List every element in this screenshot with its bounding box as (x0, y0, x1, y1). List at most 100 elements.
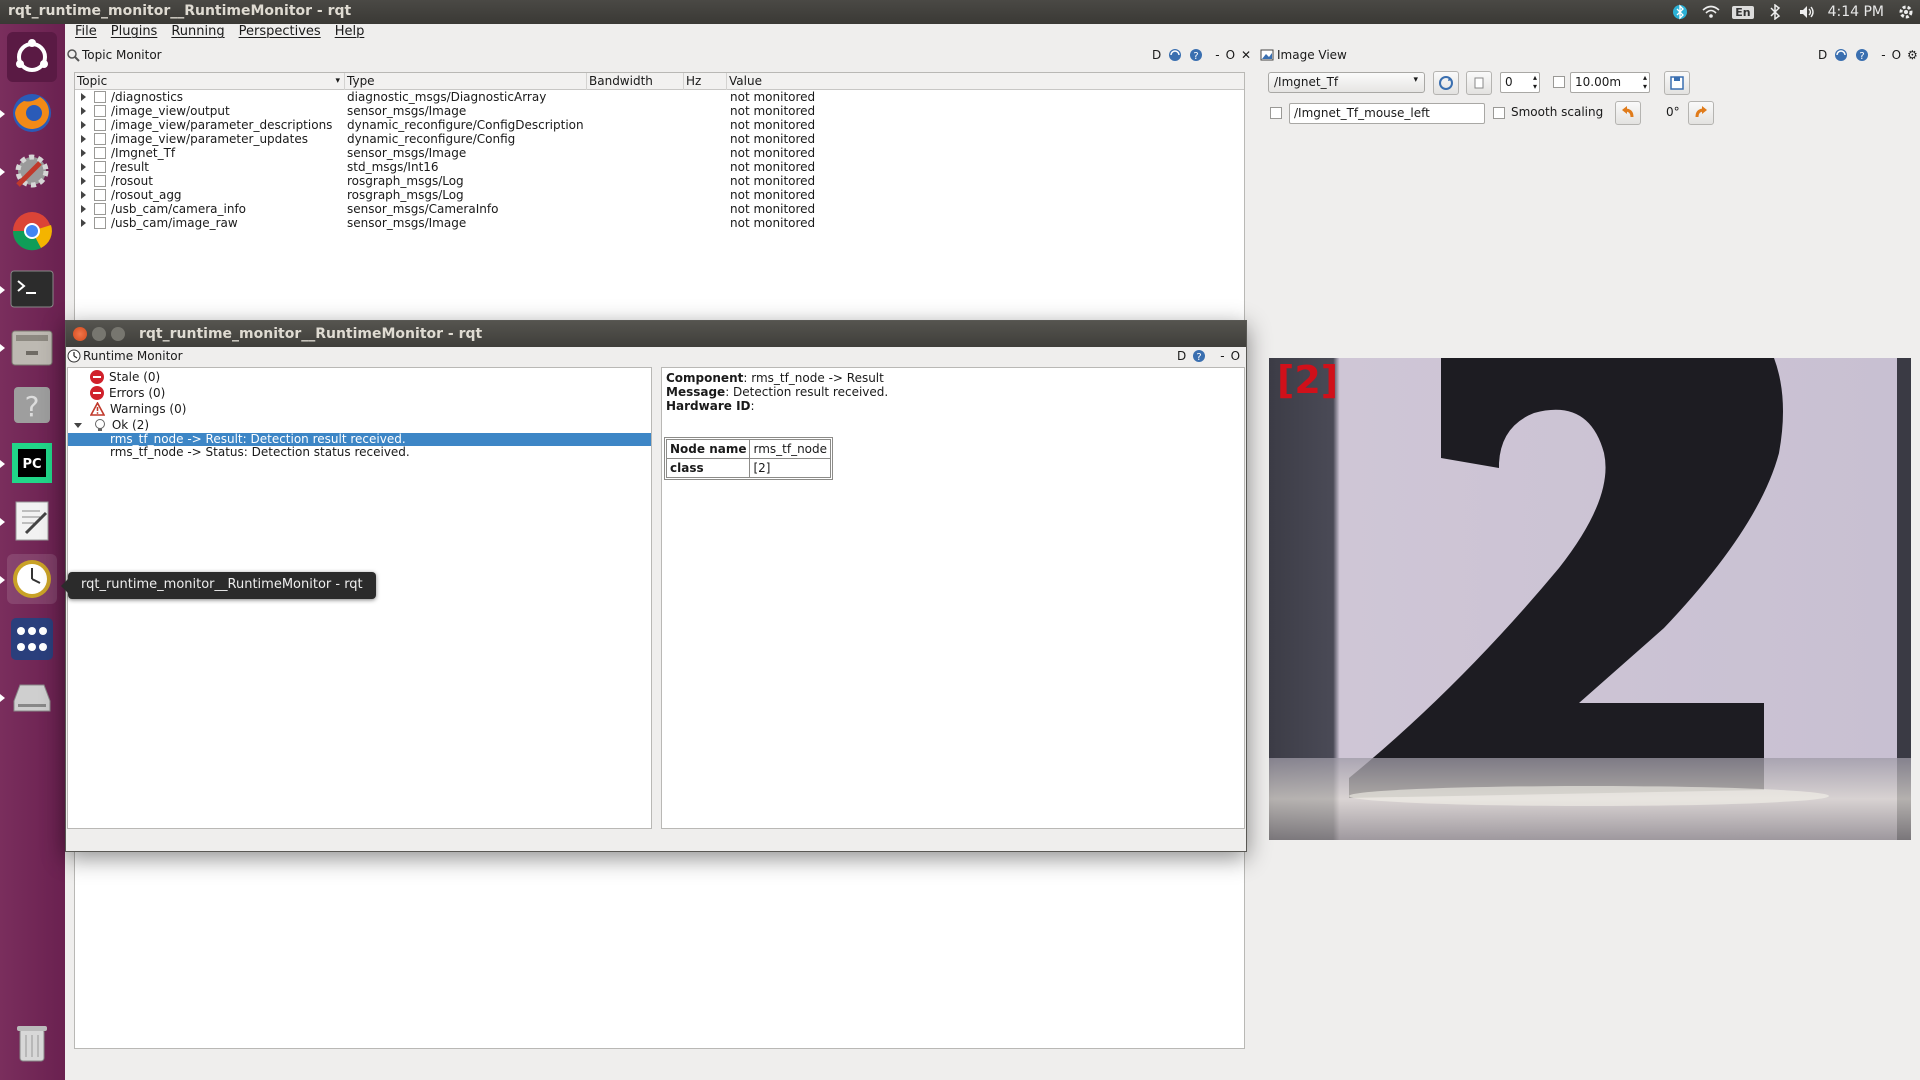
monitor-checkbox[interactable] (94, 147, 106, 159)
clock[interactable]: 4:14 PM (1828, 4, 1884, 20)
expand-arrow-icon[interactable] (81, 93, 86, 101)
monitor-checkbox[interactable] (94, 105, 106, 117)
close-window-icon[interactable] (73, 327, 87, 341)
topic-row[interactable]: /Imgnet_Tf sensor_msgs/Image not monitored (75, 146, 1244, 160)
expand-arrow-icon[interactable] (74, 423, 82, 428)
topic-row[interactable]: /usb_cam/image_raw sensor_msgs/Image not m… (75, 216, 1244, 230)
topic-name: /image_view/output (111, 104, 230, 118)
dock-d-button[interactable]: D (1177, 349, 1186, 363)
menu-running[interactable]: Running (171, 24, 224, 42)
help-icon[interactable]: ? (1189, 48, 1203, 62)
volume-icon[interactable] (1798, 4, 1814, 20)
expand-arrow-icon[interactable] (81, 121, 86, 129)
column-hz[interactable]: Hz (684, 73, 727, 90)
expand-arrow-icon[interactable] (81, 205, 86, 213)
minimize-dock-button[interactable]: - (1215, 48, 1219, 62)
tree-stale[interactable]: Stale (0) (68, 369, 651, 385)
monitor-checkbox[interactable] (94, 119, 106, 131)
expand-arrow-icon[interactable] (81, 149, 86, 157)
column-value[interactable]: Value (727, 73, 1244, 90)
minimize-window-icon[interactable] (92, 327, 106, 341)
dock-o-button[interactable]: O (1231, 349, 1240, 363)
duration-checkbox[interactable] (1553, 76, 1565, 88)
menu-help[interactable]: Help (335, 24, 365, 42)
tree-item-status[interactable]: rms_tf_node -> Status: Detection status … (68, 446, 651, 459)
help-icon[interactable]: ? (7, 380, 57, 430)
expand-arrow-icon[interactable] (81, 107, 86, 115)
save-image-button[interactable] (1664, 71, 1690, 95)
expand-arrow-icon[interactable] (81, 177, 86, 185)
app-grid-icon[interactable] (7, 614, 57, 664)
menu-perspectives[interactable]: Perspectives (239, 24, 321, 42)
tree-warnings[interactable]: Warnings (0) (68, 401, 651, 417)
text-editor-icon[interactable] (0, 496, 57, 546)
expand-arrow-icon[interactable] (81, 135, 86, 143)
topic-row[interactable]: /rosout_agg rosgraph_msgs/Log not monitore… (75, 188, 1244, 202)
tree-errors[interactable]: Errors (0) (68, 385, 651, 401)
expand-arrow-icon[interactable] (81, 191, 86, 199)
wifi-icon[interactable] (1702, 4, 1720, 20)
rotate-left-button[interactable] (1615, 101, 1641, 125)
column-type[interactable]: Type (345, 73, 587, 90)
maximize-window-icon[interactable] (111, 327, 125, 341)
bluetooth-icon[interactable] (1768, 3, 1784, 21)
pycharm-icon[interactable]: PC (0, 438, 57, 488)
topic-row[interactable]: /image_view/parameter_updates dynamic_rec… (75, 132, 1244, 146)
monitor-checkbox[interactable] (94, 91, 106, 103)
rotate-right-button[interactable] (1688, 101, 1714, 125)
column-bandwidth[interactable]: Bandwidth (587, 73, 684, 90)
file-manager-icon[interactable] (0, 322, 57, 372)
minimize-dock-button[interactable]: - (1881, 48, 1885, 62)
gear-icon[interactable] (1898, 4, 1914, 20)
mouse-topic-input[interactable]: /Imgnet_Tf_mouse_left (1289, 103, 1485, 124)
dock-d-button[interactable]: D (1152, 48, 1161, 62)
topic-row[interactable]: /image_view/parameter_descriptions dynami… (75, 118, 1244, 132)
menu-plugins[interactable]: Plugins (111, 24, 158, 42)
topic-row[interactable]: /rosout rosgraph_msgs/Log not monitored (75, 174, 1244, 188)
dock-o-button[interactable]: O (1892, 48, 1901, 62)
expand-arrow-icon[interactable] (81, 219, 86, 227)
drive-icon[interactable] (0, 672, 57, 722)
topic-row[interactable]: /image_view/output sensor_msgs/Image not m… (75, 104, 1244, 118)
image-topic-combo[interactable]: /Imgnet_Tf ▾ (1268, 72, 1425, 93)
system-settings-icon[interactable] (0, 146, 57, 196)
keyboard-layout-indicator[interactable]: En (1732, 5, 1754, 19)
topic-row[interactable]: /result std_msgs/Int16 not monitored (75, 160, 1244, 174)
reload-icon[interactable] (1833, 48, 1849, 62)
chrome-icon[interactable] (7, 206, 57, 256)
topic-row[interactable]: /usb_cam/camera_info sensor_msgs/CameraIn… (75, 202, 1244, 216)
dock-d-button[interactable]: D (1818, 48, 1827, 62)
refresh-topics-button[interactable] (1433, 71, 1459, 95)
monitor-checkbox[interactable] (94, 203, 106, 215)
rqt-clock-icon[interactable] (0, 554, 57, 604)
dock-o-button[interactable]: O (1226, 48, 1235, 62)
column-topic[interactable]: Topic ▾ (75, 73, 345, 90)
tree-ok[interactable]: Ok (2) (68, 417, 651, 433)
trash-icon[interactable] (7, 1018, 57, 1068)
ubuntu-dash-icon[interactable] (7, 32, 57, 82)
help-icon[interactable]: ? (1192, 349, 1206, 363)
monitor-checkbox[interactable] (94, 217, 106, 229)
monitor-checkbox[interactable] (94, 175, 106, 187)
firefox-icon[interactable] (0, 88, 57, 138)
pause-button[interactable] (1466, 71, 1492, 95)
monitor-checkbox[interactable] (94, 161, 106, 173)
close-dock-icon[interactable]: ✕ (1241, 48, 1251, 62)
monitor-checkbox[interactable] (94, 189, 106, 201)
smooth-scaling-checkbox[interactable] (1493, 107, 1505, 119)
topic-row[interactable]: /diagnostics diagnostic_msgs/DiagnosticAr… (75, 90, 1244, 104)
expand-arrow-icon[interactable] (81, 163, 86, 171)
terminal-icon[interactable] (0, 264, 57, 314)
duration-spinbox[interactable]: 10.00m ▴ ▾ (1570, 72, 1650, 93)
mouse-publish-checkbox[interactable] (1270, 107, 1282, 119)
image-number-spinbox[interactable]: 0 ▴ ▾ (1500, 72, 1540, 93)
menu-file[interactable]: File (75, 24, 97, 42)
reload-icon[interactable] (1167, 48, 1183, 62)
bluetooth-app-icon[interactable] (1672, 4, 1688, 20)
minimize-dock-button[interactable]: - (1220, 349, 1224, 363)
runtime-window-titlebar[interactable]: rqt_runtime_monitor__RuntimeMonitor - rq… (66, 321, 1246, 347)
monitor-checkbox[interactable] (94, 133, 106, 145)
settings-icon[interactable]: ⚙ (1907, 48, 1918, 62)
camera-image[interactable]: [2] (1269, 358, 1911, 840)
help-icon[interactable]: ? (1855, 48, 1869, 62)
